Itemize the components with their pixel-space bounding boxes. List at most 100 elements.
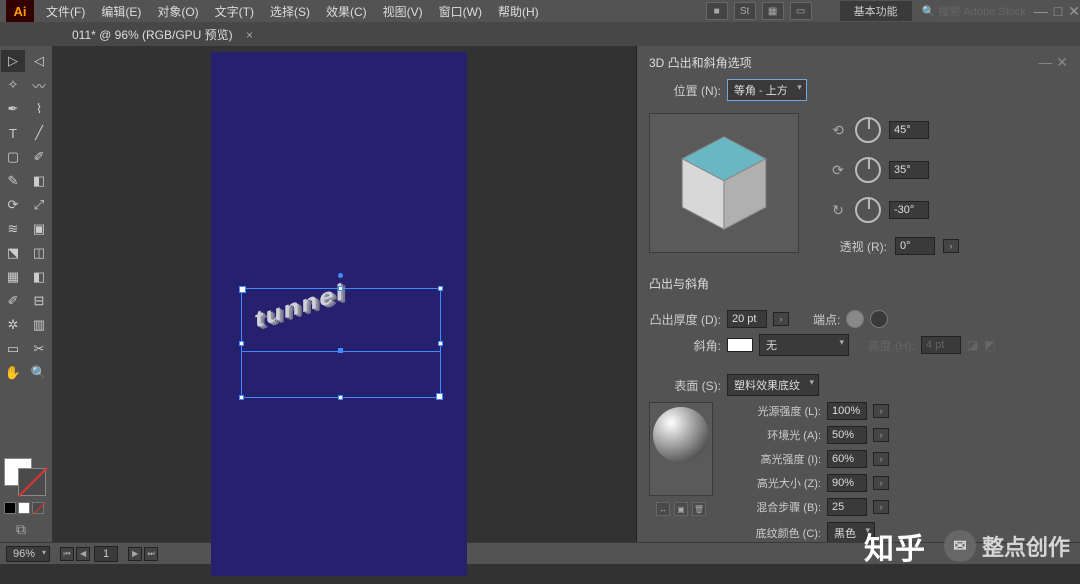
- document-tab[interactable]: 011* @ 96% (RGB/GPU 预览) ×: [60, 23, 265, 46]
- menu-help[interactable]: 帮助(H): [490, 3, 547, 20]
- tool-eraser[interactable]: ◧: [27, 170, 51, 192]
- tool-artboard[interactable]: ▭: [1, 338, 25, 360]
- tool-blend[interactable]: ⊟: [27, 290, 51, 312]
- highlight-size-stepper[interactable]: ›: [873, 476, 889, 490]
- screen-mode-icon[interactable]: ⧉: [16, 521, 26, 538]
- depth-value[interactable]: 20 pt: [727, 310, 767, 328]
- surface-label: 表面 (S):: [649, 377, 721, 394]
- position-dropdown[interactable]: 等角 - 上方: [727, 79, 807, 101]
- ambient-light-stepper[interactable]: ›: [873, 428, 889, 442]
- tool-perspective[interactable]: ◫: [27, 242, 51, 264]
- tool-curvature[interactable]: ⌇: [27, 98, 51, 120]
- nav-next-icon[interactable]: ▶: [128, 547, 142, 561]
- maximize-icon[interactable]: □: [1054, 3, 1062, 20]
- swatch-none[interactable]: [32, 502, 44, 514]
- light-new-icon[interactable]: ▣: [674, 502, 688, 516]
- tool-zoom[interactable]: 🔍: [27, 362, 51, 384]
- light-intensity-value[interactable]: 100%: [827, 402, 867, 420]
- menu-view[interactable]: 视图(V): [375, 3, 431, 20]
- rotation-z-value[interactable]: -30°: [889, 201, 929, 219]
- rotation-cube-preview[interactable]: [649, 113, 799, 253]
- tool-eyedropper[interactable]: ✐: [1, 290, 25, 312]
- depth-stepper[interactable]: ›: [773, 312, 789, 326]
- menu-edit[interactable]: 编辑(E): [93, 3, 149, 20]
- highlight-intensity-stepper[interactable]: ›: [873, 452, 889, 466]
- tool-shape-builder[interactable]: ⬔: [1, 242, 25, 264]
- cap-off-button[interactable]: [870, 310, 888, 328]
- artboard-number[interactable]: 1: [94, 546, 118, 562]
- perspective-stepper[interactable]: ›: [943, 239, 959, 253]
- nav-prev-icon[interactable]: ◀: [76, 547, 90, 561]
- ambient-light-value[interactable]: 50%: [827, 426, 867, 444]
- rotation-y-value[interactable]: 35°: [889, 161, 929, 179]
- stock-icon[interactable]: St: [734, 2, 756, 20]
- workspace-switcher[interactable]: 基本功能: [840, 1, 912, 21]
- tab-close-icon[interactable]: ×: [246, 28, 253, 42]
- bevel-swatch: [727, 338, 753, 352]
- highlight-size-value[interactable]: 90%: [827, 474, 867, 492]
- nav-first-icon[interactable]: ⏮: [60, 547, 74, 561]
- menu-file[interactable]: 文件(F): [38, 3, 93, 20]
- tool-column-graph[interactable]: ▥: [27, 314, 51, 336]
- tool-gradient[interactable]: ◧: [27, 266, 51, 288]
- rotation-z-dial[interactable]: [855, 197, 881, 223]
- light-back-icon[interactable]: ↔: [656, 502, 670, 516]
- tool-hand[interactable]: ✋: [1, 362, 25, 384]
- zoom-dropdown[interactable]: 96%: [6, 546, 50, 562]
- bevel-height-value: 4 pt: [921, 336, 961, 354]
- rotation-x-value[interactable]: 45°: [889, 121, 929, 139]
- minimize-icon[interactable]: —: [1034, 3, 1048, 20]
- bridge-icon[interactable]: ■: [706, 2, 728, 20]
- bevel-dropdown[interactable]: 无: [759, 334, 849, 356]
- swatch-gradient[interactable]: [18, 502, 30, 514]
- status-bar: 96% ⏮ ◀ 1 ▶ ⏭ 选择: [0, 542, 1080, 564]
- rotation-y-dial[interactable]: [855, 157, 881, 183]
- highlight-intensity-value[interactable]: 60%: [827, 450, 867, 468]
- swatch-color[interactable]: [4, 502, 16, 514]
- tool-symbol-sprayer[interactable]: ✲: [1, 314, 25, 336]
- tool-direct-selection[interactable]: ◁: [27, 50, 51, 72]
- menu-type[interactable]: 文字(T): [207, 3, 262, 20]
- close-icon[interactable]: ✕: [1068, 3, 1080, 20]
- light-delete-icon[interactable]: 🗑: [692, 502, 706, 516]
- perspective-value[interactable]: 0°: [895, 237, 935, 255]
- tool-rotate[interactable]: ⟳: [1, 194, 25, 216]
- search-stock[interactable]: 🔍 搜索 Adobe Stock: [922, 3, 1026, 19]
- tool-selection[interactable]: ▷: [1, 50, 25, 72]
- canvas[interactable]: tunnel: [52, 46, 636, 542]
- tool-width[interactable]: ≋: [1, 218, 25, 240]
- tool-rectangle[interactable]: ▢: [1, 146, 25, 168]
- blend-steps-stepper[interactable]: ›: [873, 500, 889, 514]
- tool-type[interactable]: T: [1, 122, 25, 144]
- shade-color-dropdown[interactable]: 黑色: [827, 522, 875, 542]
- tool-free-transform[interactable]: ▣: [27, 218, 51, 240]
- light-sphere-icon[interactable]: [653, 407, 709, 463]
- panel-close-icon[interactable]: — ✕: [1038, 54, 1068, 71]
- selection-bounding-box[interactable]: [241, 288, 441, 398]
- stroke-swatch[interactable]: [18, 468, 46, 496]
- light-preview[interactable]: [649, 402, 713, 496]
- cube-icon: [669, 128, 779, 238]
- tool-paintbrush[interactable]: ✐: [27, 146, 51, 168]
- tool-lasso[interactable]: 〰: [27, 74, 51, 96]
- tool-scale[interactable]: ⤢: [27, 194, 51, 216]
- tool-line[interactable]: ╱: [27, 122, 51, 144]
- menu-effect[interactable]: 效果(C): [318, 3, 375, 20]
- rotation-x-dial[interactable]: [855, 117, 881, 143]
- tool-shaper[interactable]: ✎: [1, 170, 25, 192]
- cap-on-button[interactable]: [846, 310, 864, 328]
- arrange-icon[interactable]: ▦: [762, 2, 784, 20]
- gpu-icon[interactable]: ▭: [790, 2, 812, 20]
- tool-mesh[interactable]: ▦: [1, 266, 25, 288]
- menu-select[interactable]: 选择(S): [262, 3, 318, 20]
- tool-magic-wand[interactable]: ✧: [1, 74, 25, 96]
- menu-window[interactable]: 窗口(W): [431, 3, 490, 20]
- surface-dropdown[interactable]: 塑料效果底纹: [727, 374, 819, 396]
- tool-pen[interactable]: ✒: [1, 98, 25, 120]
- nav-last-icon[interactable]: ⏭: [144, 547, 158, 561]
- tool-slice[interactable]: ✂: [27, 338, 51, 360]
- depth-label: 凸出厚度 (D):: [649, 311, 721, 328]
- menu-object[interactable]: 对象(O): [149, 3, 206, 20]
- blend-steps-value[interactable]: 25: [827, 498, 867, 516]
- light-intensity-stepper[interactable]: ›: [873, 404, 889, 418]
